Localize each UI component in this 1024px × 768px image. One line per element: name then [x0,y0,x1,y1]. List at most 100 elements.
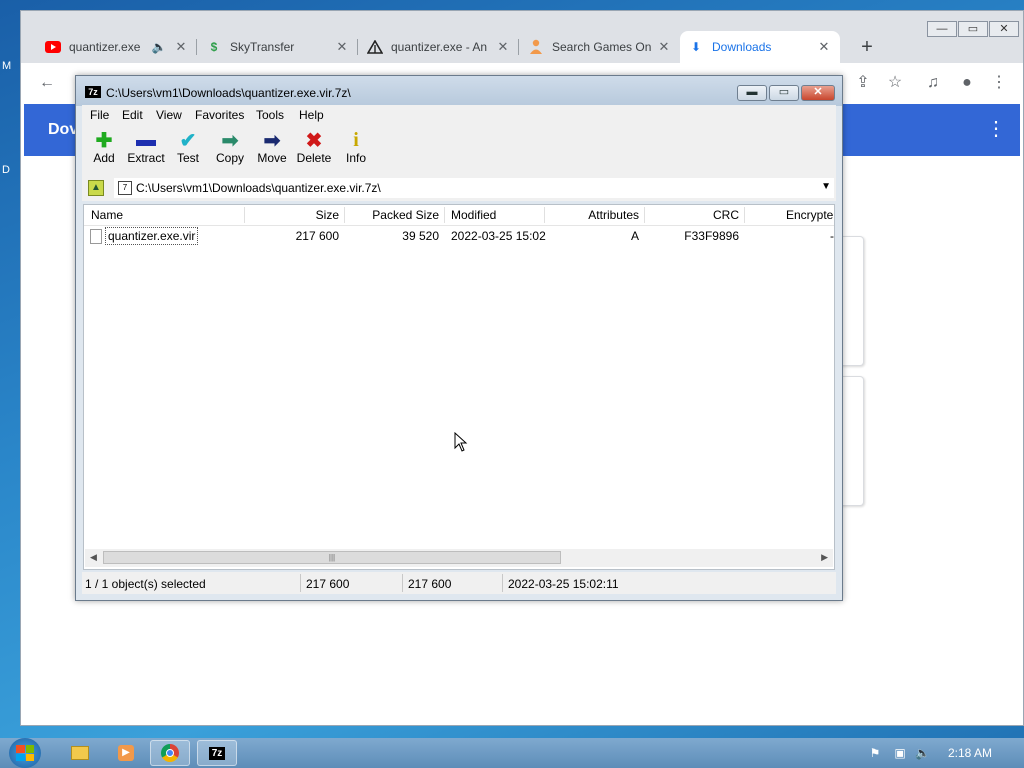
scrollbar-thumb[interactable]: ||| [103,551,561,564]
scroll-left-icon[interactable]: ◀ [90,552,97,563]
system-clock[interactable]: 2:18 AM [948,746,992,760]
toolbar-label: Test [176,151,199,165]
horizontal-scrollbar[interactable]: ◀ ||| ▶ [85,549,833,567]
column-separator[interactable] [644,207,645,223]
column-modified[interactable]: Modified [451,208,496,222]
person-icon [528,39,544,55]
profile-avatar-icon[interactable]: ● [955,71,979,95]
audio-icon[interactable]: 🔈 [151,39,167,55]
chevron-down-icon[interactable]: ▼ [821,181,831,192]
column-packed-size[interactable]: Packed Size [372,208,439,222]
back-icon[interactable]: ← [35,71,59,95]
new-tab-button[interactable]: + [853,33,881,61]
maximize-button[interactable]: ▭ [769,85,799,101]
taskbar-chrome[interactable] [150,740,190,766]
column-separator[interactable] [344,207,345,223]
action-center-flag-icon[interactable]: ⚑ [868,746,882,760]
folder-icon [71,746,89,760]
download-icon: ⬇ [690,40,702,54]
tab-skytransfer[interactable]: $ SkyTransfer ✕ [198,31,358,63]
close-button[interactable]: ✕ [801,85,835,101]
start-button[interactable] [9,738,41,768]
media-control-icon[interactable]: ♫ [921,71,945,95]
file-name[interactable]: quantizer.exe.vir [105,227,199,245]
info-icon: i [353,128,359,151]
tab-strip: quantizer.exe 🔈 ✕ $ SkyTransfer ✕ quanti… [21,11,1023,63]
window-title: C:\Users\vm1\Downloads\quantizer.exe.vir… [106,86,351,100]
column-encrypted[interactable]: Encrypte [786,208,833,222]
info-button[interactable]: i Info [334,128,378,166]
column-separator[interactable] [544,207,545,223]
column-attributes[interactable]: Attributes [588,208,639,222]
path-combobox[interactable]: 7 C:\Users\vm1\Downloads\quantizer.exe.v… [114,178,834,198]
extract-button[interactable]: ▬ Extract [124,129,168,166]
tab-quantizer-youtube[interactable]: quantizer.exe 🔈 ✕ [37,31,197,63]
close-icon[interactable]: ✕ [656,39,672,55]
status-separator [300,574,301,592]
column-size[interactable]: Size [316,208,339,222]
up-folder-icon[interactable]: ▲ [88,180,104,196]
bookmark-star-icon[interactable]: ☆ [883,71,907,95]
copy-icon: ➡ [221,129,239,152]
tab-label: quantizer.exe - An [391,40,488,54]
tab-downloads[interactable]: ⬇ Downloads ✕ [680,31,840,63]
column-name[interactable]: Name [91,208,123,222]
status-separator [502,574,503,592]
maximize-button[interactable]: ▭ [958,21,988,37]
taskbar-media-player[interactable]: ▶ [106,740,146,766]
close-window-button[interactable]: ✕ [989,21,1019,37]
title-bar[interactable]: 7z C:\Users\vm1\Downloads\quantizer.exe.… [76,76,842,106]
status-selected: 1 / 1 object(s) selected [85,577,206,591]
close-icon[interactable]: ✕ [495,39,511,55]
menu-view[interactable]: View [156,108,182,122]
volume-icon[interactable]: 🔈 [915,746,930,760]
tab-label: Downloads [712,40,772,54]
archive-icon: 7 [118,181,132,195]
tab-quantizer-analysis[interactable]: quantizer.exe - An ✕ [359,31,519,63]
file-size: 217 600 [295,229,339,243]
minimize-button[interactable]: ▬ [737,85,767,101]
menu-help[interactable]: Help [299,108,324,122]
sevenzip-taskbar-icon: 7z [208,746,226,760]
toolbar-label: Add [93,151,115,165]
chrome-icon [161,744,179,762]
column-crc[interactable]: CRC [713,208,739,222]
menu-file[interactable]: File [90,108,109,122]
toolbar: ✚ Add ▬ Extract ✔ Test ➡ Copy ➡ Move ✖ D… [82,125,836,175]
status-bar: 1 / 1 object(s) selected 217 600 217 600… [82,572,836,594]
path-input[interactable]: C:\Users\vm1\Downloads\quantizer.exe.vir… [136,181,381,195]
menu-favorites[interactable]: Favorites [195,108,244,122]
column-separator[interactable] [244,207,245,223]
minimize-button[interactable]: — [927,21,957,37]
network-icon[interactable]: ▣ [893,746,907,760]
close-icon[interactable]: ✕ [334,39,350,55]
list-header: Name Size Packed Size Modified Attribute… [84,205,834,226]
test-button[interactable]: ✔ Test [166,129,210,166]
close-icon[interactable]: ✕ [173,39,189,55]
mouse-cursor-icon [454,432,468,452]
chrome-menu-icon[interactable]: ⋮ [987,71,1011,95]
file-crc: F33F9896 [684,229,739,243]
close-icon[interactable]: ✕ [816,39,832,55]
page-title: Dov [48,121,79,138]
tab-separator [196,39,197,55]
column-separator[interactable] [744,207,745,223]
scroll-right-icon[interactable]: ▶ [821,552,828,563]
delete-button[interactable]: ✖ Delete [292,129,336,166]
taskbar-sevenzip[interactable]: 7z [197,740,237,766]
move-button[interactable]: ➡ Move [250,129,294,166]
more-menu-icon[interactable]: ⋮ [986,116,1006,141]
add-button[interactable]: ✚ Add [82,129,126,166]
column-separator[interactable] [444,207,445,223]
file-list[interactable]: Name Size Packed Size Modified Attribute… [83,204,835,570]
menu-bar: File Edit View Favorites Tools Help [82,105,836,125]
status-separator [402,574,403,592]
menu-tools[interactable]: Tools [256,108,284,122]
tab-search-games[interactable]: Search Games On ✕ [520,31,680,63]
share-icon[interactable]: ⇪ [851,71,875,95]
menu-edit[interactable]: Edit [122,108,143,122]
taskbar-explorer[interactable] [60,740,100,766]
toolbar-label: Delete [296,151,332,165]
tab-label: Search Games On [552,40,652,54]
copy-button[interactable]: ➡ Copy [208,129,252,166]
